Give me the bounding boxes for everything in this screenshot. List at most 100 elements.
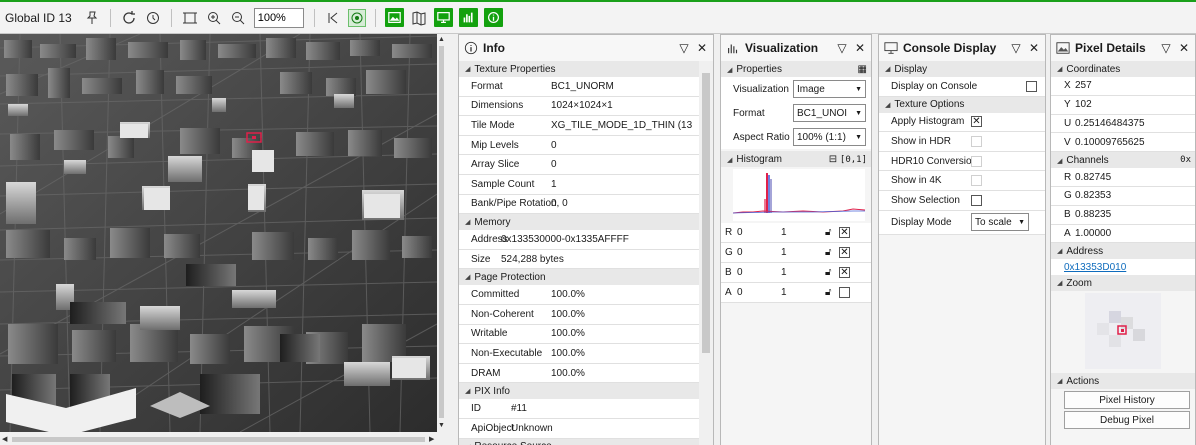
scroll-down-icon[interactable]: ▼: [438, 422, 445, 429]
lock-icon[interactable]: 🔓︎: [825, 287, 839, 298]
monitor-icon[interactable]: [433, 8, 453, 27]
horizontal-scrollbar[interactable]: ◀ ▶: [0, 432, 446, 445]
zoom-in-icon[interactable]: [205, 9, 223, 27]
scroll-thumb[interactable]: [439, 46, 444, 418]
property-row[interactable]: Writable 100.0%: [459, 324, 699, 345]
property-row[interactable]: Non-Executable 100.0%: [459, 344, 699, 364]
properties-section[interactable]: ◢ Properties ▦: [721, 61, 871, 77]
filter-icon[interactable]: ▽: [678, 41, 690, 55]
display-mode-select[interactable]: To scale ▼: [971, 213, 1029, 232]
close-icon[interactable]: ✕: [1028, 41, 1040, 55]
history-icon[interactable]: [144, 9, 162, 27]
coordinates-section[interactable]: ◢ Coordinates: [1051, 61, 1195, 77]
filter-icon[interactable]: ▽: [836, 41, 848, 55]
property-row[interactable]: DRAM 100.0%: [459, 363, 699, 384]
aspect-row: Aspect Ratio 100% (1:1) ▼: [721, 125, 871, 149]
image-view-icon[interactable]: [384, 8, 404, 27]
property-value: 1024×1024×1: [551, 100, 613, 112]
channel-min[interactable]: 0: [737, 247, 781, 258]
info-icon[interactable]: [483, 8, 503, 27]
grid-icon[interactable]: ▦: [858, 64, 867, 75]
step-back-icon[interactable]: [324, 9, 342, 27]
zoom-level-input[interactable]: [253, 7, 304, 28]
filter-icon[interactable]: ▽: [1010, 41, 1022, 55]
property-row[interactable]: Address 0x133530000-0x1335AFFFF: [459, 230, 699, 250]
visualization-select[interactable]: Image ▼: [793, 80, 866, 98]
property-row[interactable]: Committed 100.0%: [459, 285, 699, 305]
scroll-up-icon[interactable]: ▲: [438, 36, 445, 43]
pixel-history-button[interactable]: Pixel History: [1064, 391, 1190, 410]
channel-min[interactable]: 0: [737, 227, 781, 238]
channel-min[interactable]: 0: [737, 287, 781, 298]
info-section-header[interactable]: ◢ Page Protection: [459, 269, 699, 286]
zoom-out-icon[interactable]: [229, 9, 247, 27]
actions-section[interactable]: ◢ Actions: [1051, 373, 1195, 390]
scroll-thumb[interactable]: [702, 73, 710, 353]
channel-enable-checkbox[interactable]: ✕: [839, 267, 850, 278]
display-on-console-checkbox[interactable]: [1026, 80, 1037, 92]
info-section-header[interactable]: ◢Resource Source: [459, 438, 699, 445]
close-icon[interactable]: ✕: [1178, 41, 1190, 55]
histogram-graph[interactable]: [732, 169, 866, 221]
channel-enable-checkbox[interactable]: ✕: [839, 247, 850, 258]
info-section-header[interactable]: ◢ Memory: [459, 214, 699, 231]
info-section-header[interactable]: ◢ PIX Info: [459, 383, 699, 400]
pin-icon[interactable]: [83, 9, 101, 27]
display-section[interactable]: ◢ Display: [879, 61, 1045, 77]
info-section-header[interactable]: ◢ Texture Properties: [459, 61, 699, 77]
scroll-left-icon[interactable]: ◀: [2, 435, 7, 443]
property-row[interactable]: Bank/Pipe Rotation 0, 0: [459, 194, 699, 215]
channel-max[interactable]: 1: [781, 247, 825, 258]
property-row[interactable]: Format BC1_UNORM: [459, 77, 699, 97]
hdr10-checkbox[interactable]: [971, 155, 982, 167]
scroll-thumb[interactable]: [12, 437, 425, 442]
lock-icon[interactable]: 🔓︎: [825, 247, 839, 258]
show-selection-checkbox[interactable]: [971, 194, 982, 206]
histogram-icon[interactable]: [458, 8, 478, 27]
property-row[interactable]: Non-Coherent 100.0%: [459, 304, 699, 325]
hex-toggle[interactable]: 0x: [1180, 155, 1191, 165]
zoom-section[interactable]: ◢ Zoom: [1051, 275, 1195, 292]
texture-canvas[interactable]: [0, 34, 437, 432]
scroll-right-icon[interactable]: ▶: [429, 435, 434, 443]
lock-icon[interactable]: 🔓︎: [825, 227, 839, 238]
info-scrollbar[interactable]: [699, 61, 713, 445]
format-select[interactable]: BC1_UNOI ▼: [793, 104, 866, 122]
refresh-icon[interactable]: [120, 9, 138, 27]
channel-max[interactable]: 1: [781, 287, 825, 298]
property-row[interactable]: ID #11: [459, 399, 699, 419]
filter-icon[interactable]: ▽: [1160, 41, 1172, 55]
close-icon[interactable]: ✕: [854, 41, 866, 55]
channel-min[interactable]: 0: [737, 267, 781, 278]
chevron-down-icon: ▼: [855, 133, 862, 141]
lock-icon[interactable]: 🔓︎: [825, 267, 839, 278]
address-section[interactable]: ◢ Address: [1051, 243, 1195, 260]
channels-section[interactable]: ◢ Channels 0x: [1051, 152, 1195, 169]
show-4k-checkbox[interactable]: [971, 175, 982, 187]
target-icon[interactable]: [347, 8, 366, 27]
aspect-select[interactable]: 100% (1:1) ▼: [793, 128, 866, 146]
property-row[interactable]: Sample Count 1: [459, 174, 699, 195]
close-icon[interactable]: ✕: [696, 41, 708, 55]
property-row[interactable]: Size 524,288 bytes: [459, 249, 699, 270]
property-row[interactable]: Mip Levels 0: [459, 135, 699, 156]
range-icon[interactable]: ⊟: [829, 154, 837, 165]
vertical-scrollbar[interactable]: ▲ ▼: [437, 34, 446, 432]
channel-max[interactable]: 1: [781, 227, 825, 238]
property-row[interactable]: Array Slice 0: [459, 155, 699, 175]
texture-viewport[interactable]: ▲ ▼ ◀ ▶: [0, 34, 446, 445]
debug-pixel-button[interactable]: Debug Pixel: [1064, 411, 1190, 430]
property-row[interactable]: ApiObject Unknown: [459, 418, 699, 439]
histogram-section[interactable]: ◢ Histogram ⊟ [0,1]: [721, 151, 871, 167]
apply-histogram-checkbox[interactable]: ✕: [971, 116, 982, 128]
show-in-hdr-checkbox[interactable]: [971, 135, 982, 147]
channel-max[interactable]: 1: [781, 267, 825, 278]
channel-enable-checkbox[interactable]: ✕: [839, 227, 850, 238]
fit-icon[interactable]: [181, 9, 199, 27]
texture-options-section[interactable]: ◢ Texture Options: [879, 96, 1045, 113]
address-link[interactable]: 0x13353D010: [1064, 262, 1126, 273]
property-row[interactable]: Dimensions 1024×1024×1: [459, 96, 699, 117]
property-row[interactable]: Tile Mode XG_TILE_MODE_1D_THIN (13: [459, 116, 699, 136]
channel-enable-checkbox[interactable]: [839, 287, 850, 298]
map-icon[interactable]: [410, 9, 428, 27]
